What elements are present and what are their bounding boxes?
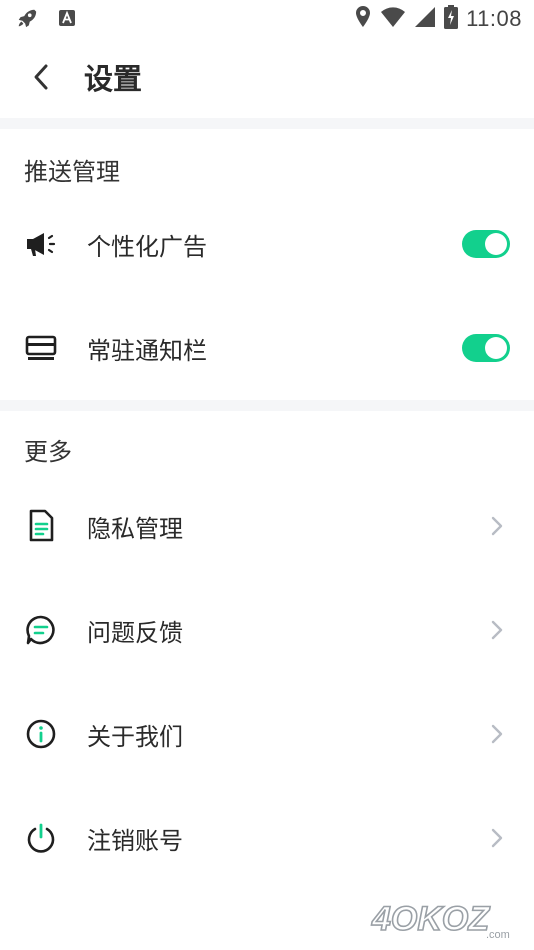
status-time: 11:08 [466,6,522,31]
row-label: 隐私管理 [87,514,183,543]
row-label: 关于我们 [87,722,183,751]
chevron-right-icon [491,828,503,848]
info-icon [24,717,58,751]
row-about-us[interactable]: 关于我们 [0,682,534,786]
notification-bar-icon [24,331,58,365]
svg-text:4OKOZ: 4OKOZ [371,900,490,938]
battery-charging-icon [444,5,459,33]
row-label: 常驻通知栏 [87,336,207,365]
row-persistent-notification: 常驻通知栏 [0,296,534,400]
row-label: 个性化广告 [87,232,207,261]
row-privacy-management[interactable]: 隐私管理 [0,474,534,578]
toggle-knob [485,337,507,359]
page-title: 设置 [84,62,143,96]
power-icon [24,821,58,855]
chevron-right-icon [491,516,503,536]
chevron-right-icon [491,620,503,640]
svg-text:.com: .com [486,929,510,941]
signal-icon [414,6,436,32]
row-personalized-ads: 个性化广告 [0,192,534,296]
status-bar: 11:08 [0,0,534,36]
status-bar-left [16,7,76,33]
toggle-knob [485,233,507,255]
row-delete-account[interactable]: 注销账号 [0,786,534,890]
toggle-personalized-ads[interactable] [462,230,510,258]
back-button[interactable] [22,58,60,96]
chevron-left-icon [34,64,48,90]
location-icon [354,5,372,33]
section-title-push: 推送管理 [24,158,120,186]
watermark-logo: 4OKOZ .com [370,899,510,941]
app-header: 设置 [0,36,534,118]
row-label: 注销账号 [87,826,183,855]
row-label: 问题反馈 [87,618,183,647]
megaphone-icon [24,227,58,261]
toggle-persistent-notification[interactable] [462,334,510,362]
status-bar-right: 11:08 [354,5,522,33]
row-feedback[interactable]: 问题反馈 [0,578,534,682]
document-icon [24,509,58,543]
section-title-more: 更多 [24,438,72,466]
chat-bubble-icon [24,613,58,647]
chevron-right-icon [491,724,503,744]
wifi-icon [380,6,406,32]
a-badge-icon [58,8,76,32]
section-divider [0,118,534,129]
section-divider [0,400,534,411]
rocket-icon [16,7,38,33]
